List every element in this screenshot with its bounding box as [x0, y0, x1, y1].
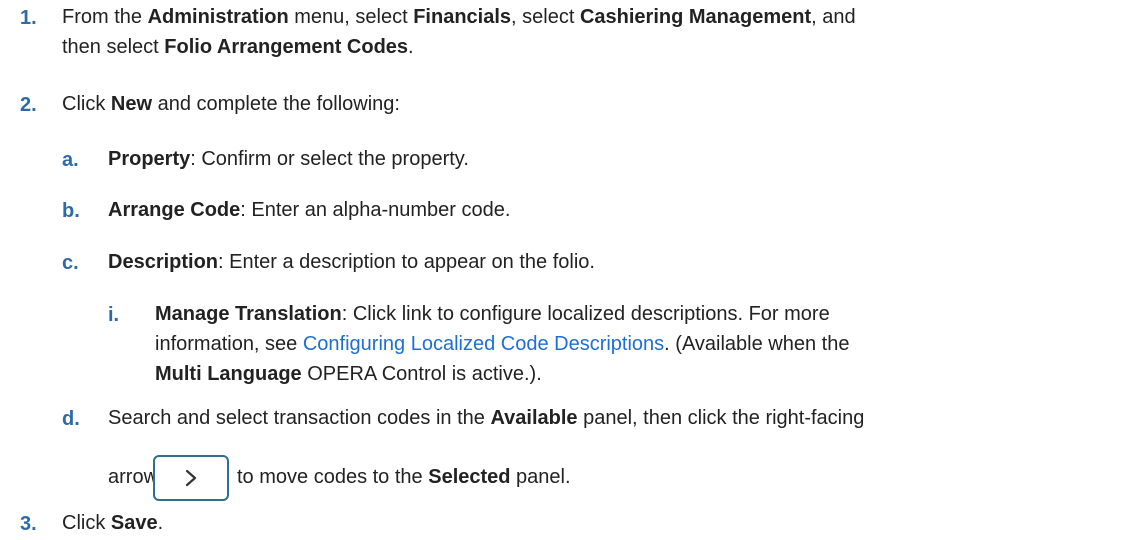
panel-name: Selected: [428, 466, 511, 488]
step-number: 3.: [20, 513, 37, 535]
field-name: Property: [108, 148, 191, 170]
menu-name: Cashiering Management: [579, 6, 812, 28]
text: From the: [62, 6, 148, 28]
step-number: d.: [62, 408, 80, 430]
text: : Enter a description to appear on the f…: [218, 251, 595, 273]
text: to move codes to the: [237, 466, 429, 488]
menu-name: Folio Arrangement Codes: [164, 36, 409, 58]
text: panel, then click the right-facing: [577, 407, 865, 429]
button-name: New: [110, 93, 153, 115]
step-text: Search and select transaction codes in t…: [108, 403, 864, 433]
step-number: b.: [62, 200, 80, 222]
step-text: Click New and complete the following:: [62, 89, 400, 119]
step-number: 1.: [20, 7, 37, 29]
text: : Confirm or select the property.: [190, 148, 469, 170]
step-number: a.: [62, 149, 79, 171]
text: .: [157, 512, 164, 534]
field-name: Manage Translation: [155, 303, 342, 325]
field-name: Arrange Code: [108, 199, 241, 221]
text: Click: [62, 93, 111, 115]
text: . (Available when the: [664, 333, 850, 355]
text: Click: [62, 512, 111, 534]
control-name: Multi Language: [155, 363, 302, 385]
text: information, see: [155, 333, 303, 355]
text: menu, select: [288, 6, 414, 28]
field-name: Description: [108, 251, 219, 273]
step-text-continued: to move codes to the Selected panel.: [237, 462, 571, 492]
step-text: Arrange Code: Enter an alpha-number code…: [108, 195, 510, 225]
text: : Enter an alpha-number code.: [240, 199, 511, 221]
step-number: 2.: [20, 94, 37, 116]
text: and complete the following:: [152, 93, 400, 115]
text: , and: [811, 6, 856, 28]
button-name: Save: [110, 512, 158, 534]
step-number: i.: [108, 304, 120, 326]
text: arrow: [108, 466, 159, 488]
chevron-right-icon: [184, 468, 198, 488]
move-right-arrow-button[interactable]: [153, 455, 229, 501]
step-text: Manage Translation: Click link to config…: [155, 299, 849, 389]
step-text: Description: Enter a description to appe…: [108, 247, 595, 277]
text: , select: [511, 6, 580, 28]
text: : Click link to configure localized desc…: [341, 303, 830, 325]
text: then select: [62, 36, 165, 58]
text: Search and select transaction codes in t…: [108, 407, 491, 429]
step-text: Click Save.: [62, 508, 163, 538]
step-number: c.: [62, 252, 79, 274]
text: .: [408, 36, 414, 58]
configuring-localized-code-descriptions-link[interactable]: Configuring Localized Code Descriptions: [303, 333, 664, 355]
step-text: Property: Confirm or select the property…: [108, 144, 469, 174]
text: OPERA Control is active.).: [301, 363, 542, 385]
text: panel.: [510, 466, 571, 488]
step-text: From the Administration menu, select Fin…: [62, 2, 856, 62]
menu-name: Administration: [147, 6, 289, 28]
panel-name: Available: [490, 407, 578, 429]
menu-name: Financials: [413, 6, 512, 28]
